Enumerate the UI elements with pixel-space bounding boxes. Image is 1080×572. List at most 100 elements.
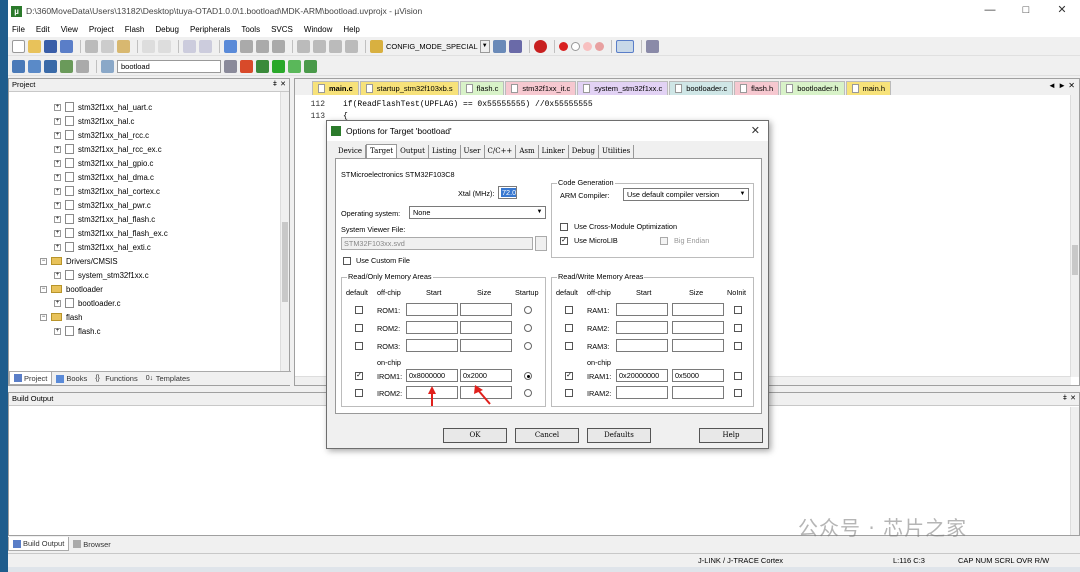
rom1-startup-radio[interactable]	[524, 306, 532, 314]
irom1-startup-radio[interactable]	[524, 372, 532, 380]
bookmark-next-icon[interactable]	[256, 40, 269, 53]
iram1-default-checkbox[interactable]: ✓	[565, 372, 573, 380]
target-select[interactable]: bootload	[117, 60, 221, 73]
menu-view[interactable]: View	[61, 25, 78, 34]
breakpoint-disable-icon[interactable]	[570, 42, 580, 51]
iram2-start-input[interactable]	[616, 386, 668, 399]
tab-linker[interactable]: Linker	[539, 145, 569, 158]
tab-build-output[interactable]: Build Output	[8, 537, 70, 551]
close-window-button[interactable]: ✕	[1044, 0, 1080, 22]
rom2-startup-radio[interactable]	[524, 324, 532, 332]
file-tab[interactable]: stm32f1xx_it.c	[505, 81, 577, 95]
iram1-noinit-checkbox[interactable]	[734, 372, 742, 380]
tab-books[interactable]: Books	[52, 372, 91, 385]
menu-project[interactable]: Project	[89, 25, 114, 34]
rom1-size-input[interactable]	[460, 303, 512, 316]
menu-help[interactable]: Help	[343, 25, 359, 34]
incremental-find-icon[interactable]	[508, 40, 522, 53]
cancel-button[interactable]: Cancel	[515, 428, 579, 443]
nav-back-icon[interactable]	[183, 40, 196, 53]
build-scrollbar[interactable]	[1070, 407, 1079, 535]
menu-peripherals[interactable]: Peripherals	[190, 25, 230, 34]
tree-item[interactable]: + stm32f1xx_hal_rcc_ex.c	[54, 142, 162, 156]
tab-asm[interactable]: Asm	[516, 145, 539, 158]
ram3-start-input[interactable]	[616, 339, 668, 352]
rom3-size-input[interactable]	[460, 339, 512, 352]
paste-icon[interactable]	[117, 40, 130, 53]
tree-item[interactable]: + stm32f1xx_hal_uart.c	[54, 100, 152, 114]
menu-tools[interactable]: Tools	[241, 25, 260, 34]
copy-icon[interactable]	[101, 40, 114, 53]
build-icon[interactable]	[28, 60, 41, 73]
indent-icon[interactable]	[297, 40, 310, 53]
ram2-size-input[interactable]	[672, 321, 724, 334]
iram2-default-checkbox[interactable]	[565, 389, 573, 397]
tree-item[interactable]: + stm32f1xx_hal_gpio.c	[54, 156, 153, 170]
batch-build-icon[interactable]	[60, 60, 73, 73]
tab-device[interactable]: Device	[335, 145, 367, 158]
iram1-size-input[interactable]: 0x5000	[672, 369, 724, 382]
tab-output[interactable]: Output	[397, 145, 429, 158]
tab-list-icon[interactable]: ◄ ► ✕	[1048, 81, 1075, 90]
breakpoint-insert-icon[interactable]	[558, 42, 568, 51]
cut-icon[interactable]	[85, 40, 98, 53]
irom1-size-input[interactable]: 0x2000	[460, 369, 512, 382]
file-tab[interactable]: bootloader.h	[780, 81, 845, 95]
iram2-size-input[interactable]	[672, 386, 724, 399]
tree-folder[interactable]: − flash	[40, 310, 82, 324]
configure-icon[interactable]	[645, 40, 659, 53]
tree-folder[interactable]: − bootloader	[40, 282, 103, 296]
rom3-start-input[interactable]	[406, 339, 458, 352]
file-tab[interactable]: system_stm32f1xx.c	[577, 81, 669, 95]
menu-svcs[interactable]: SVCS	[271, 25, 293, 34]
project-scrollbar[interactable]	[280, 92, 289, 375]
window-layout-icon[interactable]	[615, 40, 634, 53]
iram1-start-input[interactable]: 0x20000000	[616, 369, 668, 382]
tree-item[interactable]: + bootloader.c	[54, 296, 120, 310]
tree-item[interactable]: + stm32f1xx_hal.c	[54, 114, 134, 128]
tab-listing[interactable]: Listing	[429, 145, 461, 158]
config-dropdown-button[interactable]: ▼	[479, 40, 490, 53]
tree-item[interactable]: + stm32f1xx_hal_rcc.c	[54, 128, 149, 142]
new-file-icon[interactable]	[12, 40, 25, 53]
compiler-select[interactable]: Use default compiler version ▼	[623, 188, 749, 201]
browse-svd-button[interactable]	[535, 236, 547, 251]
ram3-size-input[interactable]	[672, 339, 724, 352]
defaults-button[interactable]: Defaults	[587, 428, 651, 443]
bookmark-clear-icon[interactable]	[272, 40, 285, 53]
find-in-files-icon[interactable]	[370, 40, 383, 53]
ram1-default-checkbox[interactable]	[565, 306, 573, 314]
irom1-start-input[interactable]: 0x8000000	[406, 369, 458, 382]
tree-item[interactable]: + stm32f1xx_hal_flash.c	[54, 212, 155, 226]
menu-flash[interactable]: Flash	[125, 25, 145, 34]
tab-utilities[interactable]: Utilities	[599, 145, 635, 158]
code-line[interactable]: 112 if(ReadFlashTest(UPFLAG) == 0x5555555…	[295, 98, 593, 110]
bookmark-icon[interactable]	[224, 40, 237, 53]
pack-installer-icon[interactable]	[272, 60, 285, 73]
target-options-icon[interactable]	[224, 60, 237, 73]
manage-components-icon[interactable]	[240, 60, 253, 73]
tab-c-cpp[interactable]: C/C++	[485, 145, 517, 158]
tree-item[interactable]: + flash.c	[54, 324, 101, 338]
tree-item[interactable]: + stm32f1xx_hal_flash_ex.c	[54, 226, 168, 240]
stop-build-icon[interactable]	[76, 60, 89, 73]
rom1-start-input[interactable]	[406, 303, 458, 316]
editor-scrollbar[interactable]	[1070, 95, 1079, 377]
xtal-input[interactable]: 72.0	[498, 186, 517, 199]
close-pane-icon[interactable]: ✕	[1070, 393, 1076, 405]
os-select[interactable]: None ▼	[409, 206, 546, 219]
uncomment-icon[interactable]	[345, 40, 358, 53]
save-icon[interactable]	[44, 40, 57, 53]
irom1-default-checkbox[interactable]: ✓	[355, 372, 363, 380]
rebuild-icon[interactable]	[44, 60, 57, 73]
breakpoint-clear-icon[interactable]	[582, 42, 592, 51]
pin-icon[interactable]: ǂ	[1063, 393, 1067, 405]
svd-input[interactable]: STM32F103xx.svd	[341, 237, 533, 250]
help-button[interactable]: Help	[699, 428, 763, 443]
close-pane-icon[interactable]: ✕	[280, 79, 286, 91]
nav-forward-icon[interactable]	[199, 40, 212, 53]
maximize-button[interactable]: □	[1008, 0, 1044, 22]
menu-file[interactable]: File	[12, 25, 25, 34]
file-tab[interactable]: main.h	[845, 81, 892, 95]
tab-browser[interactable]: Browser	[69, 537, 115, 551]
